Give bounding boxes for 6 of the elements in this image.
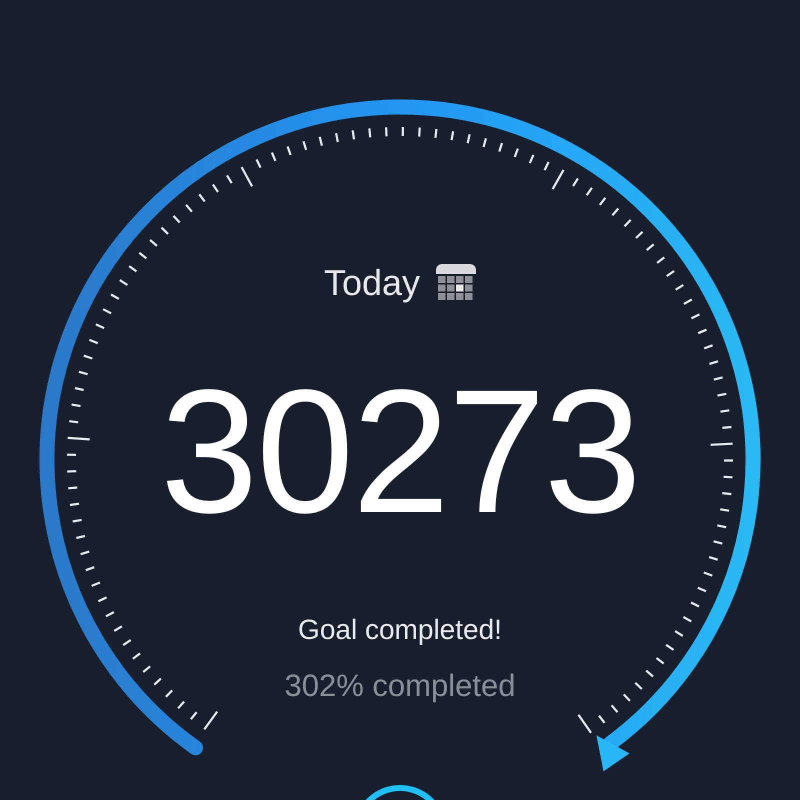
day-title: Today: [324, 262, 420, 304]
arrow-head-icon: [596, 735, 630, 772]
step-count: 30273: [160, 364, 640, 540]
progress-percent: 302% completed: [284, 668, 516, 704]
calendar-icon[interactable]: [436, 263, 476, 303]
goal-status: Goal completed!: [298, 614, 502, 646]
